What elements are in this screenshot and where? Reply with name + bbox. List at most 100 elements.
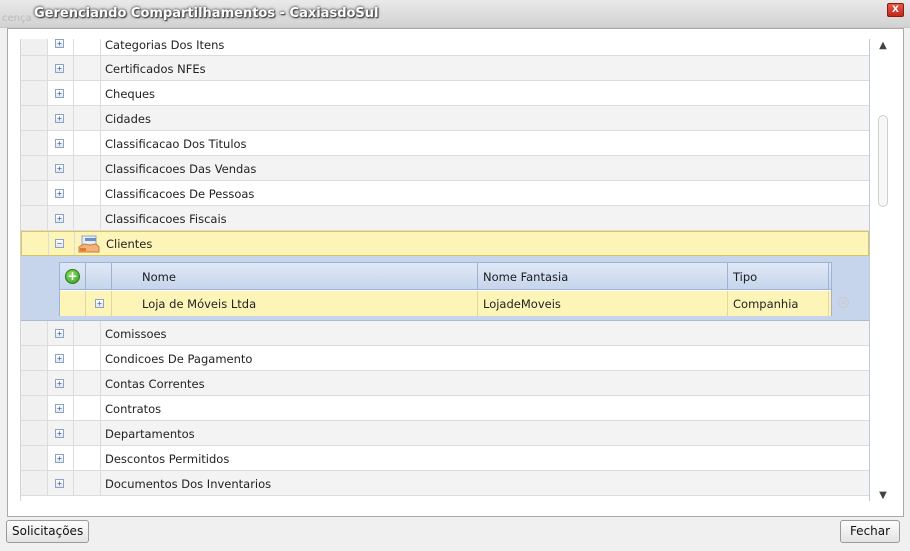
- grid-row[interactable]: + Contas Correntes: [21, 371, 869, 396]
- rows-before-group: + Categorias Dos Itens + Certificados NFEs +…: [21, 39, 869, 231]
- row-label: Classificacoes De Pessoas: [105, 187, 255, 201]
- grid-row[interactable]: + Categorias Dos Itens: [21, 39, 869, 56]
- row-indicator-cell: [21, 421, 48, 445]
- row-icon-cell: [74, 446, 101, 470]
- grid-row[interactable]: + Classificacao Dos Titulos: [21, 131, 869, 156]
- row-indicator-cell: [21, 471, 48, 495]
- row-label: Categorias Dos Itens: [105, 39, 225, 52]
- detail-header: + Nome Nome Fantasia Tipo: [60, 263, 831, 290]
- collapse-icon[interactable]: −: [55, 239, 64, 248]
- add-cell: +: [60, 263, 86, 290]
- grid-row[interactable]: + Cidades: [21, 106, 869, 131]
- cell-fantasia-text: LojadeMoveis: [483, 297, 561, 311]
- rows-after-group: + Comissoes + Condicoes De Pagamento + Contas…: [21, 321, 869, 496]
- row-icon-cell: [74, 206, 101, 230]
- cell-fantasia: LojadeMoveis: [478, 291, 728, 316]
- expand-icon[interactable]: +: [55, 189, 64, 198]
- row-icon-cell: [74, 421, 101, 445]
- cell-nome-text: Loja de Móveis Ltda: [142, 297, 257, 311]
- header-nome-label: Nome: [142, 270, 176, 284]
- row-label: Contas Correntes: [105, 377, 205, 391]
- selected-row-clientes[interactable]: − Clientes: [21, 231, 869, 256]
- grid-row[interactable]: + Contratos: [21, 396, 869, 421]
- row-indicator-cell: [21, 396, 48, 420]
- row-label: Cheques: [105, 87, 156, 101]
- row-label: Classificacoes Fiscais: [105, 212, 227, 226]
- row-icon-cell: [74, 396, 101, 420]
- expand-icon[interactable]: +: [55, 89, 64, 98]
- shares-grid: + Categorias Dos Itens + Certificados NFEs +…: [20, 39, 870, 501]
- grid-row[interactable]: + Documentos Dos Inventarios: [21, 471, 869, 496]
- grid-row[interactable]: + Cheques: [21, 81, 869, 106]
- expand-icon[interactable]: +: [55, 114, 64, 123]
- header-tipo-label: Tipo: [733, 270, 758, 284]
- detail-indicator-cell: [60, 291, 86, 316]
- grid-row[interactable]: + Comissoes: [21, 321, 869, 346]
- cell-nome: Loja de Móveis Ltda: [112, 291, 478, 316]
- grid-row[interactable]: + Classificacoes Fiscais: [21, 206, 869, 231]
- row-indicator-cell: [21, 39, 48, 55]
- row-icon-cell: [74, 56, 101, 80]
- row-label: Descontos Permitidos: [105, 452, 230, 466]
- header-nome[interactable]: Nome: [112, 263, 478, 290]
- row-indicator-cell: [21, 56, 48, 80]
- expand-icon[interactable]: +: [55, 379, 64, 388]
- scroll-down-icon[interactable]: ▼: [877, 491, 889, 501]
- window-title: Gerenciando Compartilhamentos - Caxiasdo…: [34, 6, 379, 21]
- fechar-button[interactable]: Fechar: [840, 520, 900, 543]
- grid-row[interactable]: + Departamentos: [21, 421, 869, 446]
- grid-row[interactable]: + Descontos Permitidos: [21, 446, 869, 471]
- detail-grid: + Nome Nome Fantasia Tipo + Loja de Móve…: [59, 262, 849, 316]
- add-icon[interactable]: +: [65, 269, 80, 284]
- expand-icon[interactable]: +: [55, 139, 64, 148]
- title-bar: cença Gerenciando Compartilhamentos - Ca…: [0, 0, 910, 28]
- expand-icon[interactable]: +: [55, 429, 64, 438]
- row-icon-cell: [74, 181, 101, 205]
- expand-icon[interactable]: +: [55, 64, 64, 73]
- row-label: Documentos Dos Inventarios: [105, 477, 272, 491]
- expand-icon[interactable]: +: [55, 479, 64, 488]
- row-label: Cidades: [105, 112, 151, 126]
- main-panel: + Categorias Dos Itens + Certificados NFEs +…: [7, 28, 904, 517]
- row-indicator-cell: [21, 131, 48, 155]
- row-icon-cell: [74, 321, 101, 345]
- row-indicator-cell: [21, 81, 48, 105]
- expand-icon[interactable]: +: [55, 404, 64, 413]
- expand-icon[interactable]: +: [55, 39, 64, 48]
- row-label: Condicoes De Pagamento: [105, 352, 253, 366]
- expand-icon[interactable]: +: [55, 164, 64, 173]
- row-label: Contratos: [105, 402, 162, 416]
- expand-icon[interactable]: +: [55, 454, 64, 463]
- expand-icon[interactable]: +: [55, 329, 64, 338]
- row-indicator-cell: [21, 181, 48, 205]
- scroll-up-icon[interactable]: ▲: [877, 41, 889, 51]
- scroll-thumb[interactable]: [878, 115, 888, 207]
- row-label: Certificados NFEs: [105, 62, 206, 76]
- close-button[interactable]: X: [887, 3, 904, 17]
- grid-row[interactable]: + Classificacoes De Pessoas: [21, 181, 869, 206]
- vertical-scrollbar[interactable]: ▲ ▼: [873, 37, 893, 507]
- row-icon-cell: [74, 471, 101, 495]
- header-tipo[interactable]: Tipo: [728, 263, 829, 290]
- grid-row[interactable]: + Classificacoes Das Vendas: [21, 156, 869, 181]
- solicitacoes-button[interactable]: Solicitações: [6, 520, 90, 543]
- detail-row[interactable]: + Loja de Móveis Ltda LojadeMoveis Compa…: [60, 291, 849, 316]
- header-nome-fantasia[interactable]: Nome Fantasia: [478, 263, 728, 290]
- row-expander-cell: −: [49, 232, 75, 255]
- row-indicator-cell: [21, 106, 48, 130]
- folder-icon: [78, 235, 100, 253]
- delete-icon[interactable]: ×: [838, 297, 849, 308]
- row-indicator-cell: [21, 446, 48, 470]
- grid-row[interactable]: + Certificados NFEs: [21, 56, 869, 81]
- row-label: Clientes: [106, 237, 153, 251]
- row-indicator-cell: [21, 156, 48, 180]
- expand-icon[interactable]: +: [55, 354, 64, 363]
- row-indicator-cell: [21, 346, 48, 370]
- row-icon-cell: [74, 81, 101, 105]
- row-icon-cell: [74, 39, 101, 55]
- header-spacer: [86, 263, 112, 290]
- row-indicator-cell: [21, 206, 48, 230]
- grid-row[interactable]: + Condicoes De Pagamento: [21, 346, 869, 371]
- row-label: Classificacao Dos Titulos: [105, 137, 247, 151]
- expand-icon[interactable]: +: [55, 214, 64, 223]
